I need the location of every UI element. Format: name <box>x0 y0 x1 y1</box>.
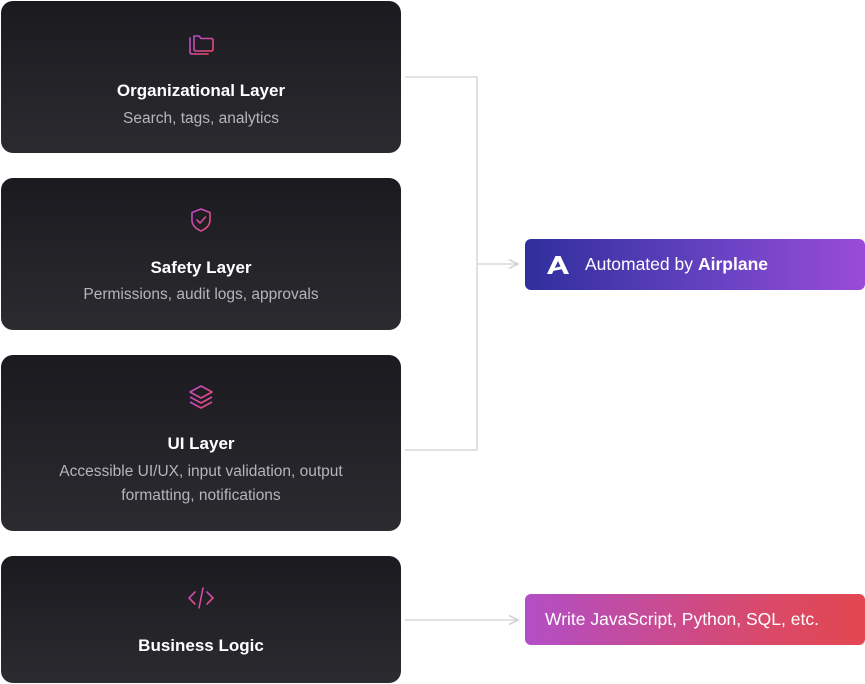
airplane-logo-icon <box>547 255 569 274</box>
automated-by-airplane-badge: Automated by Airplane <box>525 239 865 290</box>
code-icon <box>188 587 214 609</box>
layer-title: UI Layer <box>167 434 235 453</box>
layer-description: Accessible UI/UX, input validation, outp… <box>59 463 343 504</box>
organizational-layer-card: Organizational Layer Search, tags, analy… <box>1 1 401 153</box>
safety-layer-card: Safety Layer Permissions, audit logs, ap… <box>1 178 401 330</box>
automated-prefix: Automated by <box>585 254 693 274</box>
write-code-badge: Write JavaScript, Python, SQL, etc. <box>525 594 865 645</box>
ui-layer-card: UI Layer Accessible UI/UX, input validat… <box>1 355 401 531</box>
shield-check-icon <box>191 208 211 232</box>
folders-icon <box>189 35 214 55</box>
layer-title: Business Logic <box>138 636 264 655</box>
airplane-brand-name: Airplane <box>697 254 769 274</box>
layers-stack-icon <box>189 385 213 409</box>
layer-title: Safety Layer <box>150 258 252 277</box>
layer-title: Organizational Layer <box>116 81 286 100</box>
layer-description: Permissions, audit logs, approvals <box>83 286 319 303</box>
layer-description: Search, tags, analytics <box>123 110 279 127</box>
bracket-line <box>405 76 478 451</box>
write-code-label: Write JavaScript, Python, SQL, etc. <box>545 609 819 629</box>
business-logic-card: Business Logic <box>1 556 401 683</box>
